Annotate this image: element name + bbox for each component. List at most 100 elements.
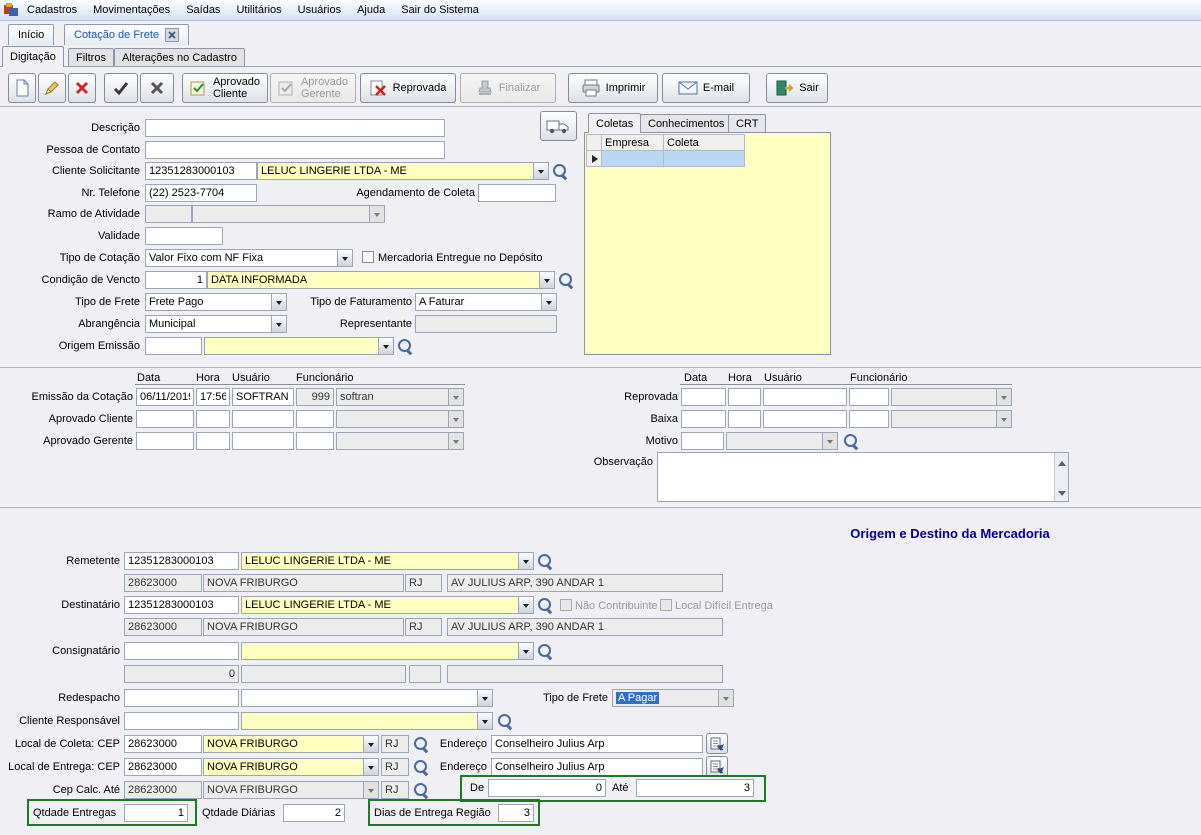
aprovado-gerente-hora-input[interactable] <box>196 432 230 450</box>
agendamento-coleta-input[interactable] <box>478 184 556 202</box>
local-coleta-uf-input[interactable] <box>381 735 409 753</box>
consignatario-cnpj-input[interactable] <box>124 642 239 660</box>
tipo-frete-combo[interactable]: Frete Pago <box>145 293 287 311</box>
dropdown-arrow-icon[interactable] <box>518 643 533 659</box>
motivo-cod-input[interactable] <box>681 432 724 450</box>
destinatario-cidade-input[interactable] <box>203 618 404 636</box>
local-entrega-cep-input[interactable] <box>124 758 202 776</box>
search-icon[interactable] <box>413 782 430 799</box>
dias-entrega-regiao-input[interactable] <box>498 804 534 822</box>
coleta-truck-button[interactable] <box>540 111 577 141</box>
aprovado-cliente-func-cod-input[interactable] <box>296 410 334 428</box>
dropdown-arrow-icon[interactable] <box>518 597 533 613</box>
subtab-alteracoes[interactable]: Alterações no Cadastro <box>114 48 245 67</box>
dropdown-arrow-icon[interactable] <box>448 411 463 427</box>
grid-header-coleta[interactable]: Coleta <box>663 134 745 151</box>
abrangencia-combo[interactable]: Municipal <box>145 315 287 333</box>
endereco-coleta-input[interactable] <box>491 735 703 753</box>
menu-saidas[interactable]: Saídas <box>178 1 228 19</box>
aprovado-cliente-data-input[interactable] <box>136 410 194 428</box>
de-input[interactable] <box>488 779 606 797</box>
local-entrega-uf-input[interactable] <box>381 758 409 776</box>
dropdown-arrow-icon[interactable] <box>518 553 533 569</box>
baixa-hora-input[interactable] <box>728 410 761 428</box>
dropdown-arrow-icon[interactable] <box>363 759 378 775</box>
nr-telefone-input[interactable] <box>145 184 257 202</box>
dropdown-arrow-icon[interactable] <box>363 782 378 798</box>
dropdown-arrow-icon[interactable] <box>448 389 463 405</box>
cep-calc-cep-input[interactable] <box>124 781 202 799</box>
aprovado-gerente-func-combo[interactable] <box>336 432 464 450</box>
condicao-vencto-cod-input[interactable] <box>145 271 207 289</box>
search-icon[interactable] <box>537 553 554 570</box>
email-button[interactable]: E-mail <box>662 73 750 103</box>
redespacho-combo[interactable] <box>241 689 493 707</box>
emissao-data-input[interactable] <box>136 388 194 406</box>
dropdown-arrow-icon[interactable] <box>448 433 463 449</box>
delete-record-button[interactable] <box>68 73 96 103</box>
descricao-input[interactable] <box>145 119 445 137</box>
search-icon[interactable] <box>537 643 554 660</box>
consignatario-endereco-input[interactable] <box>447 665 723 683</box>
baixa-func-cod-input[interactable] <box>849 410 889 428</box>
grid-cell-empresa[interactable] <box>601 150 664 167</box>
edit-record-button[interactable] <box>38 73 66 103</box>
representante-input[interactable] <box>415 315 557 333</box>
menu-sair-do-sistema[interactable]: Sair do Sistema <box>393 1 487 19</box>
ramo-atividade-cod-input[interactable] <box>145 205 192 223</box>
observacao-textarea[interactable] <box>657 452 1069 502</box>
reprovada-data-input[interactable] <box>681 388 726 406</box>
local-entrega-cidade-combo[interactable]: NOVA FRIBURGO <box>203 758 379 776</box>
emissao-hora-input[interactable] <box>196 388 230 406</box>
cliente-responsavel-combo[interactable] <box>241 712 493 730</box>
endereco-entrega-detail-button[interactable] <box>706 756 728 777</box>
subtab-digitacao[interactable]: Digitação <box>2 46 64 67</box>
aprovado-cliente-button[interactable]: Aprovado Cliente <box>182 73 268 103</box>
dropdown-arrow-icon[interactable] <box>477 690 492 706</box>
tab-cotacao-de-frete[interactable]: Cotação de Frete <box>64 24 189 45</box>
redespacho-cnpj-input[interactable] <box>124 689 239 707</box>
menu-cadastros[interactable]: Cadastros <box>19 1 85 19</box>
panel-tab-crt[interactable]: CRT <box>728 114 766 133</box>
menu-usuarios[interactable]: Usuários <box>290 1 349 19</box>
dropdown-arrow-icon[interactable] <box>337 250 352 266</box>
cliente-solicitante-combo[interactable]: LELUC LINGERIE LTDA - ME <box>257 162 549 180</box>
aprovado-gerente-func-cod-input[interactable] <box>296 432 334 450</box>
confirm-button[interactable] <box>104 73 138 103</box>
dropdown-arrow-icon[interactable] <box>369 206 384 222</box>
destinatario-combo[interactable]: LELUC LINGERIE LTDA - ME <box>241 596 534 614</box>
search-icon[interactable] <box>843 433 860 450</box>
reprovada-func-combo[interactable] <box>891 388 1012 406</box>
local-coleta-cep-input[interactable] <box>124 735 202 753</box>
dropdown-arrow-icon[interactable] <box>533 163 548 179</box>
subtab-filtros[interactable]: Filtros <box>68 48 114 67</box>
reprovada-hora-input[interactable] <box>728 388 761 406</box>
baixa-usuario-input[interactable] <box>763 410 847 428</box>
menu-movimentacoes[interactable]: Movimentações <box>85 1 178 19</box>
local-coleta-cidade-combo[interactable]: NOVA FRIBURGO <box>203 735 379 753</box>
cep-calc-cidade-combo[interactable]: NOVA FRIBURGO <box>203 781 379 799</box>
observacao-scrollbar[interactable] <box>1054 453 1068 501</box>
baixa-func-combo[interactable] <box>891 410 1012 428</box>
aprovado-cliente-func-combo[interactable] <box>336 410 464 428</box>
origem-emissao-cod-input[interactable] <box>145 337 202 355</box>
finalizar-button[interactable]: Finalizar <box>460 73 556 103</box>
condicao-vencto-combo[interactable]: DATA INFORMADA <box>207 271 555 289</box>
dropdown-arrow-icon[interactable] <box>539 272 554 288</box>
reprovada-button[interactable]: Reprovada <box>360 73 456 103</box>
remetente-combo[interactable]: LELUC LINGERIE LTDA - ME <box>241 552 534 570</box>
aprovado-gerente-data-input[interactable] <box>136 432 194 450</box>
emissao-usuario-input[interactable] <box>232 388 294 406</box>
reprovada-usuario-input[interactable] <box>763 388 847 406</box>
menu-utilitarios[interactable]: Utilitários <box>228 1 289 19</box>
search-icon[interactable] <box>537 597 554 614</box>
search-icon[interactable] <box>558 272 575 289</box>
local-dificil-checkbox[interactable] <box>660 599 672 611</box>
sair-button[interactable]: Sair <box>766 73 828 103</box>
validade-input[interactable] <box>145 227 223 245</box>
remetente-cep-input[interactable] <box>124 574 202 592</box>
aprovado-gerente-button[interactable]: Aprovado Gerente <box>270 73 356 103</box>
motivo-combo[interactable] <box>726 432 838 450</box>
dropdown-arrow-icon[interactable] <box>477 713 492 729</box>
destinatario-cnpj-input[interactable] <box>124 596 239 614</box>
